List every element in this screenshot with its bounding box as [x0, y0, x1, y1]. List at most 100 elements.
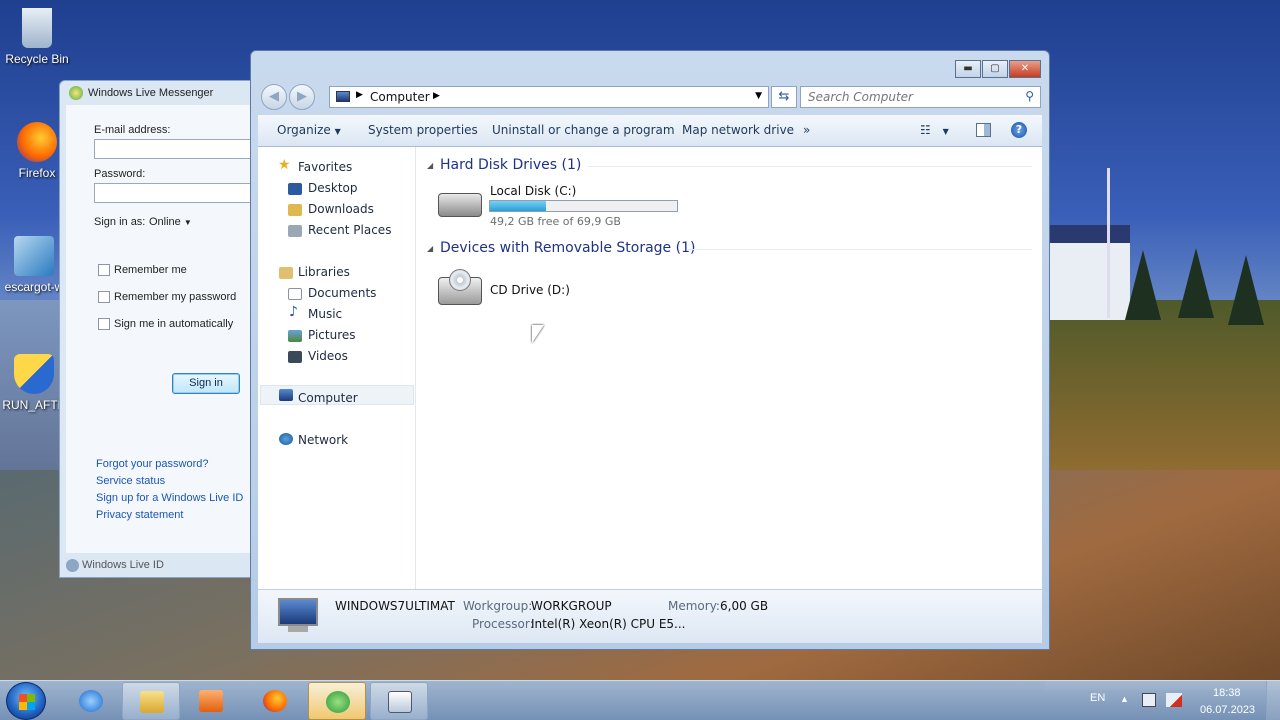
taskbar-keyboard[interactable] [370, 682, 428, 720]
clock-date[interactable]: 06.07.2023 [1200, 704, 1255, 716]
recent-places-icon [288, 225, 302, 237]
maximize-button[interactable]: ▢ [982, 60, 1008, 78]
search-input[interactable]: Search Computer [808, 90, 913, 104]
address-dropdown-icon[interactable]: ▼ [755, 91, 762, 101]
windows-live-id-icon [66, 559, 79, 572]
show-desktop-button[interactable] [1266, 681, 1280, 720]
group-divider [688, 249, 1032, 250]
hard-drive-icon [438, 193, 482, 217]
nav-desktop[interactable]: Desktop [308, 181, 358, 195]
organize-menu[interactable]: Organize ▼ [277, 123, 341, 137]
password-label: Password: [94, 168, 146, 180]
sign-in-as-label: Sign in as: [94, 216, 146, 228]
computer-name: WINDOWS7ULTIMAT [335, 599, 455, 613]
address-bar[interactable]: ▶ Computer ▶ ▼ [329, 86, 769, 108]
messenger-window[interactable]: Windows Live Messenger E-mail address: P… [59, 80, 259, 578]
navigation-pane: ★ Favorites Desktop Downloads Recent Pla… [258, 147, 416, 589]
breadcrumb-computer[interactable]: Computer [370, 90, 430, 104]
nav-music[interactable]: Music [308, 307, 342, 321]
service-status-link[interactable]: Service status [96, 475, 165, 487]
disk-usage-bar [489, 200, 678, 212]
chevron-down-icon: ▼ [334, 127, 341, 136]
status-value: Online [149, 216, 181, 228]
remember-password-checkbox[interactable] [98, 291, 110, 303]
group-removable-storage[interactable]: Devices with Removable Storage (1) [440, 240, 695, 256]
refresh-button[interactable]: ⇆ [771, 86, 797, 108]
close-button[interactable]: ✕ [1009, 60, 1041, 78]
nav-pictures[interactable]: Pictures [308, 328, 356, 342]
nav-documents[interactable]: Documents [308, 286, 376, 300]
minimize-button[interactable]: ▬ [955, 60, 981, 78]
email-field[interactable] [94, 139, 254, 159]
libraries-icon [279, 267, 293, 279]
taskbar: EN ▲ 18:38 06.07.2023 [0, 680, 1280, 720]
refresh-icon: ⇆ [778, 89, 790, 104]
network-status-icon[interactable] [1166, 693, 1182, 707]
clock-time[interactable]: 18:38 [1213, 687, 1241, 699]
sign-up-link[interactable]: Sign up for a Windows Live ID [96, 492, 243, 504]
group-hard-disk-drives[interactable]: Hard Disk Drives (1) [440, 157, 581, 173]
explorer-window[interactable]: ▬ ▢ ✕ ◀ ▶ ▶ Computer ▶ ▼ ⇆ Search Comput… [250, 50, 1050, 650]
start-button[interactable] [6, 682, 46, 720]
preview-pane-button[interactable] [976, 123, 991, 137]
change-view-button[interactable]: ☷ ▼ [920, 123, 949, 137]
wallpaper-tree [1178, 248, 1214, 318]
taskbar-messenger[interactable] [308, 682, 366, 720]
messenger-logo-icon [69, 86, 83, 100]
keyboard-icon [388, 691, 412, 713]
desktop-icon-label: RUN_AFTE [2, 398, 66, 412]
recycle-bin-icon [22, 8, 52, 48]
back-button[interactable]: ◀ [261, 84, 287, 110]
password-field[interactable] [94, 183, 254, 203]
nav-recent-places[interactable]: Recent Places [308, 223, 391, 237]
cd-disc-icon [449, 269, 471, 291]
firefox-icon [263, 690, 287, 712]
show-hidden-icons-icon[interactable]: ▲ [1120, 694, 1129, 704]
nav-libraries[interactable]: Libraries [298, 265, 350, 279]
sign-in-button[interactable]: Sign in [172, 373, 240, 394]
map-network-drive-button[interactable]: Map network drive [682, 123, 794, 137]
nav-network[interactable]: Network [298, 433, 348, 447]
remember-password-label: Remember my password [114, 291, 237, 303]
explorer-content: ★ Favorites Desktop Downloads Recent Pla… [258, 147, 1042, 589]
desktop-icon-recycle-bin[interactable]: Recycle Bin [0, 8, 75, 66]
wallpaper-house [1050, 225, 1130, 320]
nav-downloads[interactable]: Downloads [308, 202, 374, 216]
uninstall-program-button[interactable]: Uninstall or change a program [492, 123, 675, 137]
help-icon[interactable]: ? [1011, 122, 1027, 138]
remember-me-checkbox[interactable] [98, 264, 110, 276]
processor-key: Processor: [472, 617, 534, 631]
nav-favorites[interactable]: Favorites [298, 160, 352, 174]
desktop-icon-label: Recycle Bin [5, 52, 69, 66]
search-icon: ⚲ [1025, 89, 1034, 103]
network-icon [279, 433, 293, 445]
taskbar-explorer[interactable] [122, 682, 180, 720]
music-icon: ♪ [289, 304, 298, 320]
local-disk-c-free: 49,2 GB free of 69,9 GB [490, 215, 621, 228]
nav-computer[interactable]: Computer [298, 391, 358, 405]
disk-usage-fill [490, 201, 547, 211]
processor-value: Intel(R) Xeon(R) CPU E5... [531, 617, 686, 631]
sign-in-auto-checkbox[interactable] [98, 318, 110, 330]
search-box[interactable]: Search Computer ⚲ [800, 86, 1041, 108]
command-bar: Organize ▼ System properties Uninstall o… [258, 115, 1042, 147]
breadcrumb-chevron-icon: ▶ [356, 90, 363, 100]
collapse-arrow-icon: ◢ [427, 161, 434, 170]
forward-button[interactable]: ▶ [289, 84, 315, 110]
wallpaper-tree [1125, 250, 1161, 320]
language-indicator[interactable]: EN [1090, 692, 1105, 704]
desktop-icon-label: Firefox [18, 166, 56, 180]
nav-videos[interactable]: Videos [308, 349, 348, 363]
navigation-bar: ◀ ▶ ▶ Computer ▶ ▼ ⇆ Search Computer ⚲ [259, 83, 1041, 110]
memory-value: 6,00 GB [720, 599, 769, 613]
status-dropdown[interactable]: Online ▼ [149, 216, 192, 228]
privacy-statement-link[interactable]: Privacy statement [96, 509, 183, 521]
documents-icon [288, 288, 302, 300]
forgot-password-link[interactable]: Forgot your password? [96, 458, 209, 470]
action-center-icon[interactable] [1142, 693, 1156, 707]
taskbar-media-player[interactable] [182, 682, 240, 720]
system-properties-button[interactable]: System properties [368, 123, 478, 137]
taskbar-firefox[interactable] [246, 682, 304, 720]
taskbar-internet-explorer[interactable] [62, 682, 120, 720]
more-commands-button[interactable]: » [803, 123, 810, 137]
